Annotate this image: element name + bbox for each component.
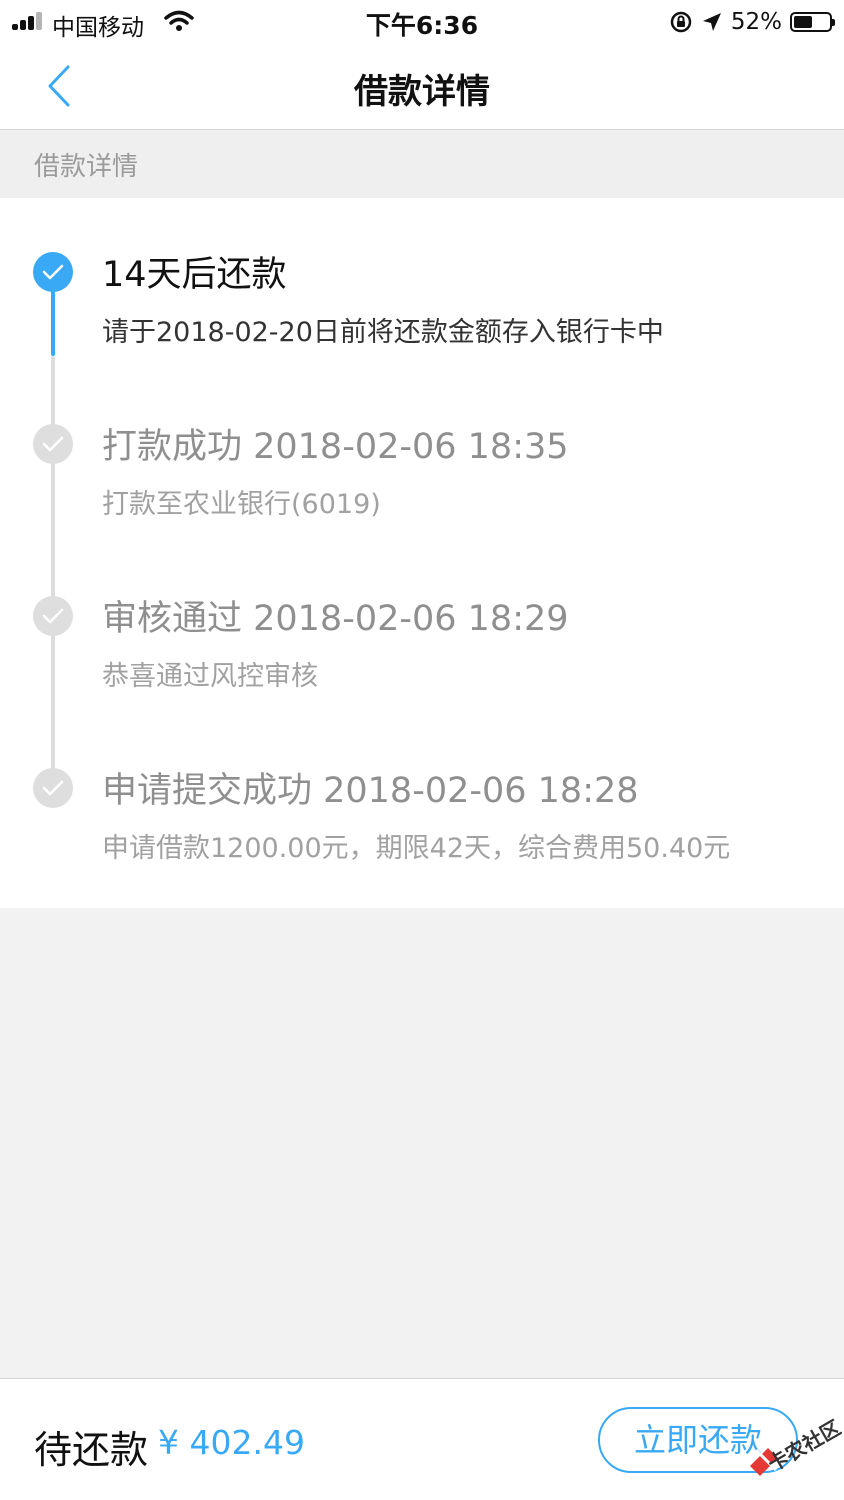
location-arrow-icon (702, 13, 721, 31)
step-description: 恭喜通过风控审核 (102, 661, 318, 692)
step-description: 请于2018-02-20日前将还款金额存入银行卡中 (102, 317, 664, 348)
rotation-lock-icon (670, 11, 692, 33)
check-circle-icon (33, 768, 73, 808)
check-circle-icon (33, 252, 73, 292)
pending-label: 待还款 (34, 1428, 149, 1472)
step-title: 打款成功 2018-02-06 18:35 (102, 427, 569, 467)
watermark-text: 卡农社区 (764, 1415, 842, 1476)
pending-amount: ¥ 402.49 (158, 1423, 305, 1462)
check-circle-icon (33, 596, 73, 636)
step-description: 申请借款1200.00元，期限42天，综合费用50.40元 (102, 833, 731, 864)
nav-bar: 借款详情 (0, 44, 844, 130)
step-description: 打款至农业银行(6019) (102, 489, 381, 520)
page-title: 借款详情 (354, 72, 490, 112)
status-bar: 中国移动 下午6:36 52% (0, 0, 844, 44)
check-circle-icon (33, 424, 73, 464)
battery-percent: 52% (730, 9, 782, 35)
battery-icon (790, 12, 835, 32)
timeline-card: 14天后还款 请于2018-02-20日前将还款金额存入银行卡中 打款成功 20… (0, 198, 844, 908)
step-title: 审核通过 2018-02-06 18:29 (102, 599, 569, 639)
section-header: 借款详情 (0, 130, 844, 198)
step-title: 14天后还款 (102, 255, 287, 295)
watermark-logo: 卡农社区 (750, 1415, 842, 1476)
timeline-line (51, 356, 55, 786)
battery-fill (794, 16, 812, 28)
step-title: 申请提交成功 2018-02-06 18:28 (102, 771, 639, 811)
bottom-bar: 待还款 ¥ 402.49 立即还款 (0, 1378, 844, 1500)
